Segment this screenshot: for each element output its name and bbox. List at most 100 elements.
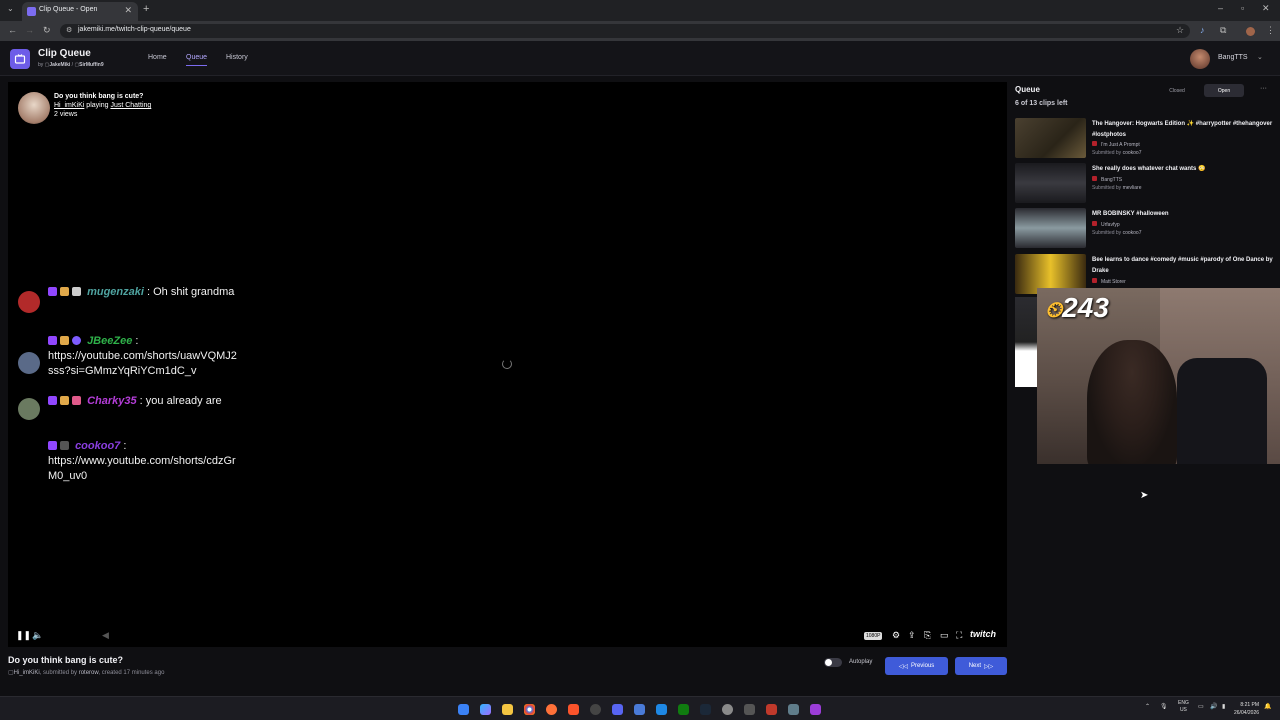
author-link-1[interactable]: JakeMiki: [49, 62, 70, 68]
queue-item[interactable]: The Hangover: Hogwarts Edition ✨ #harryp…: [1015, 118, 1277, 160]
pause-icon[interactable]: ❚❚: [16, 630, 31, 641]
queue-more-icon[interactable]: ···: [1260, 85, 1267, 92]
browser-tab[interactable]: Clip Queue - Open ✕: [22, 2, 138, 21]
settings-gear-icon[interactable]: ⚙: [892, 630, 900, 641]
app-icon[interactable]: [744, 704, 755, 715]
reload-icon[interactable]: ↻: [43, 25, 51, 36]
back-icon[interactable]: ←: [8, 25, 17, 35]
theatre-icon[interactable]: ▭: [940, 630, 949, 641]
language-indicator[interactable]: ENG US: [1178, 700, 1189, 714]
nav-queue[interactable]: Queue: [186, 54, 208, 66]
video-player[interactable]: Do you think bang is cute? Hi_imKiKi pla…: [8, 82, 1007, 647]
now-playing-meta: ▢Hi_imKiKi, submitted by roterow, create…: [8, 669, 164, 676]
queue-thumbnail: [1015, 208, 1086, 248]
mic-icon[interactable]: 🎙: [1160, 703, 1168, 710]
quality-badge[interactable]: 1080P: [864, 632, 883, 640]
queue-item[interactable]: MR BOBINSKY #halloween Urfavfyp Submitte…: [1015, 208, 1277, 250]
profile-avatar-icon[interactable]: [1246, 27, 1255, 36]
app-icon[interactable]: [656, 704, 667, 715]
submitter-name: mevliare: [1122, 185, 1142, 191]
overlay-game-link[interactable]: Just Chatting: [110, 102, 151, 109]
app-icon[interactable]: [766, 704, 777, 715]
previous-button[interactable]: ◁◁ Previous: [885, 657, 948, 675]
system-clock[interactable]: 8:21 PM 26/04/2026: [1234, 701, 1259, 717]
previous-label: Previous: [910, 663, 935, 669]
submitted-label: , submitted by: [39, 670, 78, 676]
extensions-icon[interactable]: ⧉: [1220, 25, 1226, 36]
fullscreen-icon[interactable]: ⛶: [956, 630, 962, 641]
tab-search-icon[interactable]: ⌄: [7, 4, 14, 13]
steam-icon[interactable]: [700, 704, 711, 715]
now-playing-channel[interactable]: Hi_imKiKi: [14, 670, 40, 676]
discord-icon[interactable]: [612, 704, 623, 715]
overlay-views: 2 views: [54, 111, 78, 118]
bookmark-star-icon[interactable]: ☆: [1176, 25, 1184, 36]
mouse-cursor-icon: ➤: [1140, 490, 1149, 501]
volume-icon[interactable]: 🔈: [32, 630, 43, 641]
firefox-icon[interactable]: [546, 704, 557, 715]
tab-close-icon[interactable]: ✕: [124, 5, 132, 16]
sub-badge-icon: [48, 396, 57, 405]
queue-closed-toggle[interactable]: Closed: [1159, 84, 1195, 97]
restore-icon[interactable]: ▫: [1241, 3, 1244, 13]
omnibox[interactable]: [60, 24, 1190, 38]
app-icon[interactable]: [722, 704, 733, 715]
app-logo-icon[interactable]: [10, 49, 30, 69]
queue-open-toggle[interactable]: Open: [1204, 84, 1244, 97]
network-icon[interactable]: ▭: [1198, 703, 1204, 710]
user-avatar[interactable]: [1190, 49, 1210, 69]
chat-link: https://youtube.com/shorts/uawVQMJ2sss?s…: [48, 350, 237, 377]
overlay-channel-link[interactable]: Hi_imKiKi: [54, 102, 84, 109]
app-icon[interactable]: [810, 704, 821, 715]
queue-item-submitter: Submitted by cookoo7: [1092, 230, 1141, 236]
queue-item-title: MR BOBINSKY #halloween: [1092, 211, 1169, 217]
share-icon[interactable]: ⇪: [908, 630, 916, 641]
xbox-icon[interactable]: [678, 704, 689, 715]
notification-icon[interactable]: 🔔: [1264, 703, 1271, 710]
next-button[interactable]: Next ▷▷: [955, 657, 1007, 675]
browser-tab-bar: ⌄ Clip Queue - Open ✕ + – ▫ ✕: [0, 0, 1280, 21]
window-close-icon[interactable]: ✕: [1262, 3, 1270, 14]
obs-icon[interactable]: [590, 704, 601, 715]
chrome-icon[interactable]: [524, 704, 535, 715]
autoplay-toggle[interactable]: [824, 658, 842, 667]
tab-favicon-icon: [27, 7, 36, 16]
new-tab-icon[interactable]: +: [143, 3, 149, 15]
queue-item[interactable]: She really does whatever chat wants 😳 Ba…: [1015, 163, 1277, 205]
chat-username: mugenzaki: [87, 286, 144, 298]
browser-menu-icon[interactable]: ⋮: [1266, 25, 1275, 36]
tray-chevron-icon[interactable]: ⌃: [1145, 703, 1150, 710]
nav-home[interactable]: Home: [148, 54, 167, 61]
url-text[interactable]: jakemiki.me/twitch-clip-queue/queue: [78, 26, 191, 33]
speaker-icon[interactable]: 🔊: [1210, 703, 1217, 710]
chat-username: JBeeZee: [87, 335, 133, 347]
chat-text: :: [135, 335, 139, 347]
copilot-icon[interactable]: [480, 704, 491, 715]
username[interactable]: BangTTS: [1218, 54, 1248, 61]
brave-icon[interactable]: [568, 704, 579, 715]
app-icon[interactable]: [788, 704, 799, 715]
forward-icon[interactable]: →: [25, 25, 34, 35]
bits-badge-icon: [60, 287, 69, 296]
streamer-avatar[interactable]: [18, 92, 50, 124]
lang-label: ENG: [1178, 700, 1189, 706]
chevron-down-icon[interactable]: ⌄: [1257, 53, 1263, 61]
address-bar-row: ← → ↻: [0, 21, 1280, 41]
twitch-logo[interactable]: twitch: [970, 629, 996, 639]
app-header: Clip Queue by ▢JakeMiki / ▢SirMuffin9 Ho…: [0, 41, 1280, 76]
author-link-2[interactable]: SirMuffin9: [79, 62, 103, 68]
start-icon[interactable]: [458, 704, 469, 715]
file-explorer-icon[interactable]: [502, 704, 513, 715]
nav-history[interactable]: History: [226, 54, 248, 61]
webcam-overlay: ⏲243: [1037, 288, 1280, 464]
media-icon[interactable]: ♪: [1200, 25, 1205, 35]
volume-slider-icon[interactable]: ◀: [102, 630, 109, 641]
battery-icon[interactable]: ▮: [1222, 703, 1225, 710]
queue-item-channel: Matt Storer: [1092, 278, 1126, 285]
clip-icon[interactable]: ⎘: [924, 630, 931, 641]
minimize-icon[interactable]: –: [1218, 3, 1223, 13]
overlay-clip-title[interactable]: Do you think bang is cute?: [54, 93, 143, 100]
app-icon[interactable]: [634, 704, 645, 715]
queue-item-title: The Hangover: Hogwarts Edition ✨ #harryp…: [1092, 121, 1273, 138]
site-info-icon[interactable]: ⚙: [66, 26, 72, 34]
